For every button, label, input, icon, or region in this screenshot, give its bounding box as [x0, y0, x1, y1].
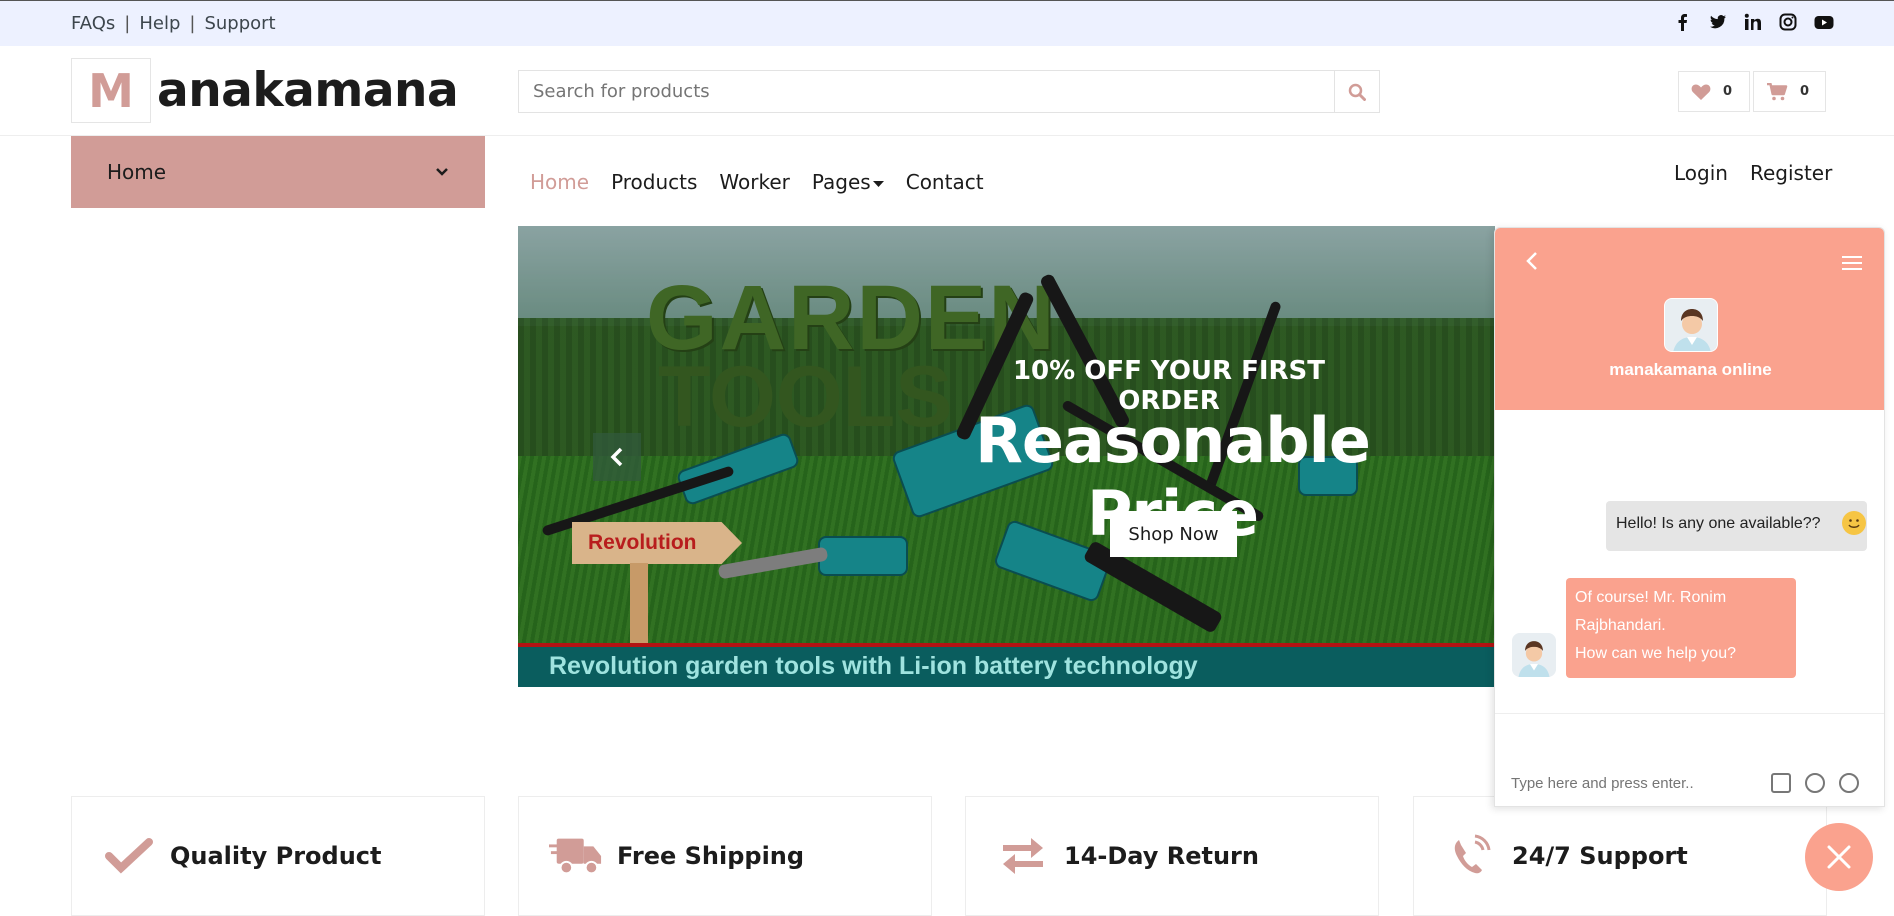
login-link[interactable]: Login — [1674, 161, 1728, 185]
agent-name: manakamana online — [1609, 360, 1772, 379]
incoming-message-line: Of course! Mr. Ronim — [1575, 589, 1727, 606]
support-link[interactable]: Support — [204, 13, 275, 34]
auth-links: Login Register — [1674, 161, 1832, 185]
youtube-icon[interactable] — [1814, 13, 1834, 31]
exchange-icon — [996, 833, 1050, 879]
nav-worker[interactable]: Worker — [719, 170, 789, 194]
feature-quality: Quality Product — [71, 796, 485, 916]
site-logo[interactable]: M anakamana — [71, 58, 459, 123]
paperclip-icon[interactable] — [1805, 773, 1825, 793]
twitter-icon[interactable] — [1709, 13, 1727, 31]
help-link[interactable]: Help — [139, 13, 180, 34]
search-bar — [518, 70, 1380, 113]
nav-home[interactable]: Home — [530, 170, 589, 194]
chat-menu-icon[interactable] — [1842, 256, 1862, 270]
shop-now-button[interactable]: Shop Now — [1110, 511, 1237, 557]
feature-label: 24/7 Support — [1512, 842, 1688, 870]
chat-input[interactable] — [1511, 771, 1761, 795]
category-dropdown[interactable]: Home — [71, 136, 485, 208]
wishlist-button[interactable]: 0 — [1678, 71, 1750, 112]
register-link[interactable]: Register — [1750, 161, 1832, 185]
incoming-message-line: How can we help you? — [1575, 645, 1736, 662]
cart-icon — [1767, 82, 1788, 100]
feature-label: Free Shipping — [617, 842, 805, 870]
phone-icon — [1444, 833, 1498, 879]
feature-label: Quality Product — [170, 842, 382, 870]
chat-close-button[interactable] — [1805, 823, 1873, 891]
nav-products[interactable]: Products — [611, 170, 697, 194]
hero-banner: Revolution garden tools with Li-ion batt… — [518, 643, 1495, 687]
wishlist-count: 0 — [1723, 84, 1733, 99]
outgoing-message: Hello! Is any one available?? — [1606, 501, 1867, 551]
chevron-left-icon — [1526, 252, 1537, 270]
top-bar: FAQs | Help | Support — [0, 0, 1894, 46]
check-icon — [102, 833, 156, 879]
smile-emoji-icon — [1842, 511, 1866, 535]
chat-back-button[interactable] — [1525, 248, 1539, 278]
search-button[interactable] — [1334, 71, 1379, 112]
chevron-down-icon — [436, 168, 448, 176]
nav-pages[interactable]: Pages — [812, 170, 884, 194]
feature-return: 14-Day Return — [965, 796, 1379, 916]
chevron-left-icon — [610, 447, 623, 467]
close-icon — [1827, 845, 1851, 869]
thumbs-up-icon[interactable] — [1771, 773, 1791, 793]
nav-pages-label: Pages — [811, 170, 871, 194]
emoji-icon[interactable] — [1839, 773, 1859, 793]
carousel-prev-button[interactable] — [593, 433, 641, 481]
hero-revolution-sign: Revolution — [572, 522, 742, 564]
hero-sign-post — [630, 563, 648, 643]
search-icon — [1348, 83, 1366, 101]
linkedin-icon[interactable] — [1744, 13, 1762, 31]
feature-support: 24/7 Support — [1413, 796, 1827, 916]
logo-text: anakamana — [157, 63, 459, 118]
truck-icon — [549, 833, 603, 879]
hero-carousel: GARDEN TOOLS Revolution Revolution garde… — [518, 226, 1495, 687]
top-links: FAQs | Help | Support — [71, 13, 276, 34]
chat-widget: manakamana online Hello! Is any one avai… — [1494, 227, 1885, 807]
feature-label: 14-Day Return — [1064, 842, 1259, 870]
agent-avatar-small — [1512, 633, 1556, 677]
caret-down-icon — [872, 180, 884, 187]
cart-count: 0 — [1800, 84, 1810, 99]
agent-avatar — [1664, 298, 1718, 352]
incoming-message: Of course! Mr. Ronim Rajbhandari. How ca… — [1566, 578, 1796, 678]
facebook-icon[interactable] — [1674, 13, 1692, 31]
social-links — [1674, 13, 1834, 31]
main-nav: Home Products Worker Pages Contact — [530, 170, 984, 194]
nav-contact[interactable]: Contact — [906, 170, 984, 194]
chat-tools — [1771, 773, 1859, 793]
logo-letter: M — [71, 58, 151, 123]
heart-icon — [1691, 84, 1711, 100]
feature-shipping: Free Shipping — [518, 796, 932, 916]
chat-header: manakamana online — [1495, 228, 1884, 410]
search-input[interactable] — [519, 71, 1335, 112]
cart-button[interactable]: 0 — [1753, 71, 1826, 112]
faqs-link[interactable]: FAQs — [71, 13, 115, 34]
category-label: Home — [107, 160, 167, 184]
instagram-icon[interactable] — [1779, 13, 1797, 31]
chat-divider — [1495, 713, 1884, 714]
incoming-message-line: Rajbhandari. — [1575, 617, 1666, 634]
